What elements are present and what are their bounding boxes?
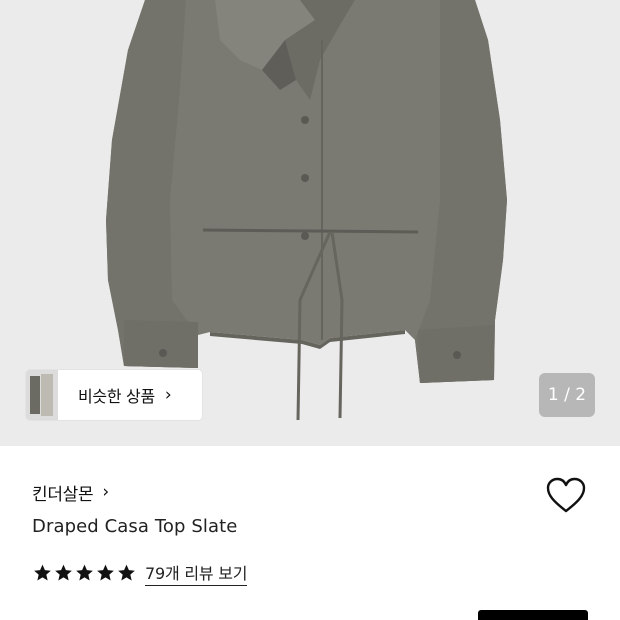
star-filled-icon xyxy=(97,564,114,581)
similar-product-thumbnail xyxy=(26,370,58,420)
chevron-right-icon: › xyxy=(102,482,110,502)
star-filled-icon xyxy=(76,564,93,581)
star-rating xyxy=(32,563,137,583)
brand-link[interactable]: 킨더살몬 › xyxy=(32,478,109,506)
brand-name: 킨더살몬 xyxy=(32,484,94,505)
product-image-carousel[interactable]: 비슷한 상품 › 1 / 2 xyxy=(0,0,620,446)
chevron-right-icon: › xyxy=(164,385,172,405)
similar-products-button[interactable]: 비슷한 상품 › xyxy=(26,370,202,420)
product-detail-screen: 비슷한 상품 › 1 / 2 킨더살몬 › Draped Casa Top Sl… xyxy=(0,0,620,620)
product-name: Draped Casa Top Slate xyxy=(32,516,238,537)
wishlist-heart-icon[interactable] xyxy=(545,476,587,516)
star-filled-icon xyxy=(118,564,135,581)
review-count-link[interactable]: 79개 리뷰 보기 xyxy=(145,560,248,586)
rating-row: 79개 리뷰 보기 xyxy=(32,560,248,586)
star-filled-icon xyxy=(34,564,51,581)
image-pager: 1 / 2 xyxy=(539,373,595,417)
similar-products-label: 비슷한 상품 xyxy=(78,387,155,406)
action-button[interactable] xyxy=(478,610,588,620)
star-filled-icon xyxy=(55,564,72,581)
